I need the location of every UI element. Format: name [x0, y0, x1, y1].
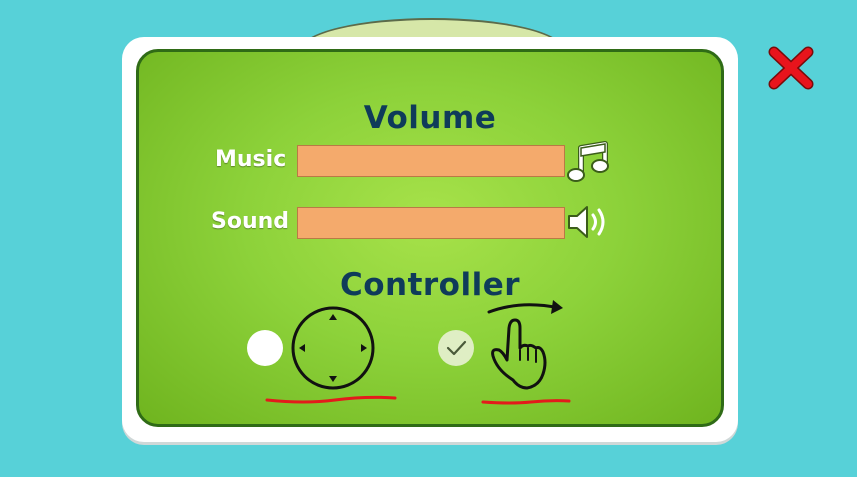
close-icon: [768, 46, 814, 90]
joystick-underline: [265, 392, 397, 406]
swipe-radio[interactable]: [438, 330, 474, 366]
swipe-underline: [481, 396, 571, 408]
dpad-joystick-icon[interactable]: [289, 304, 379, 394]
music-note-icon: [567, 140, 613, 184]
settings-panel: Volume Music Sound Controller: [136, 49, 724, 427]
speaker-icon: [565, 200, 611, 244]
sound-label: Sound: [211, 209, 290, 234]
checkmark-icon: [446, 340, 467, 356]
sound-volume-slider[interactable]: [297, 207, 565, 239]
controller-heading: Controller: [339, 267, 521, 303]
swipe-hand-icon[interactable]: [483, 290, 573, 402]
settings-dialog: Volume Music Sound Controller: [122, 37, 738, 442]
close-button[interactable]: [766, 44, 816, 92]
music-label: Music: [215, 147, 287, 172]
music-volume-slider[interactable]: [297, 145, 565, 177]
volume-heading: Volume: [363, 100, 497, 136]
joystick-radio[interactable]: [247, 330, 283, 366]
